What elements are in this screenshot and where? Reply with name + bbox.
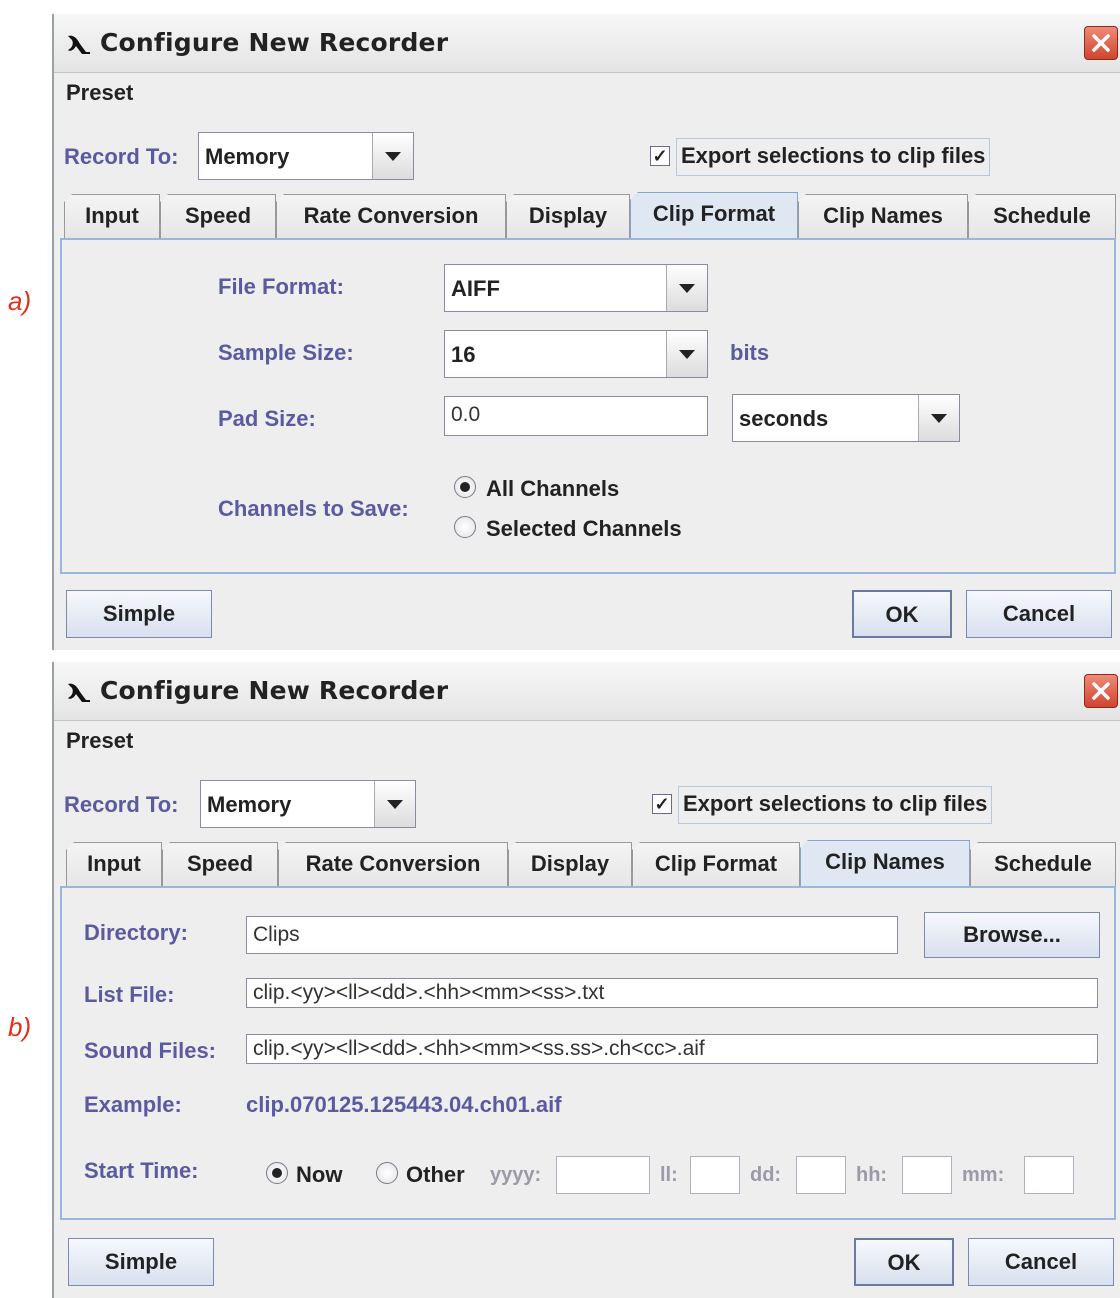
ok-button[interactable]: OK	[852, 590, 952, 638]
record-to-value: Memory	[207, 792, 292, 817]
tab-bar: Input Speed Rate Conversion Display Clip…	[64, 840, 1120, 886]
dialog-configure-recorder-b: Configure New Recorder Preset Record To:…	[52, 662, 1120, 1298]
list-file-label: List File:	[84, 982, 175, 1007]
all-channels-label: All Channels	[486, 476, 620, 501]
record-to-label: Record To:	[64, 144, 179, 169]
close-icon	[1092, 34, 1110, 52]
pad-size-input[interactable]: 0.0	[444, 396, 708, 436]
chevron-down-icon[interactable]	[374, 781, 415, 827]
panel-a-letter: a)	[8, 286, 32, 316]
clip-format-panel: File Format: AIFF Sample Size: 16 bits P…	[60, 238, 1116, 574]
preset-menu[interactable]: Preset	[66, 80, 133, 106]
tab-clip-names[interactable]: Clip Names	[798, 194, 968, 238]
day-input[interactable]	[796, 1156, 846, 1194]
sound-files-input[interactable]: clip.<yy><ll><dd>.<hh><mm><ss.ss>.ch<cc>…	[246, 1034, 1098, 1064]
radio-all-channels[interactable]	[454, 476, 476, 498]
directory-input[interactable]: Clips	[246, 916, 898, 954]
chevron-down-icon[interactable]	[372, 133, 413, 179]
recorder-bird-icon	[68, 683, 90, 702]
window-title: Configure New Recorder	[100, 28, 449, 57]
preset-menu[interactable]: Preset	[66, 728, 133, 754]
simple-button[interactable]: Simple	[66, 590, 212, 638]
start-time-label: Start Time:	[84, 1158, 199, 1183]
close-button[interactable]	[1084, 674, 1118, 708]
file-format-value: AIFF	[451, 276, 500, 301]
file-format-select[interactable]: AIFF	[444, 264, 708, 312]
recorder-bird-icon	[68, 35, 90, 54]
title-bar[interactable]: Configure New Recorder	[54, 14, 1120, 73]
chevron-down-icon[interactable]	[666, 331, 707, 377]
export-checkbox-row[interactable]: ✓ Export selections to clip files	[650, 138, 1060, 176]
ok-button[interactable]: OK	[854, 1238, 954, 1286]
export-label: Export selections to clip files	[678, 786, 993, 824]
panel-b-letter: b)	[8, 1012, 32, 1042]
mm-label: mm:	[962, 1164, 1005, 1186]
tab-input[interactable]: Input	[66, 842, 162, 886]
tab-display[interactable]: Display	[508, 842, 632, 886]
chevron-down-icon[interactable]	[666, 265, 707, 311]
chevron-down-icon[interactable]	[918, 395, 959, 441]
clip-names-panel: Directory: Clips Browse... List File: cl…	[60, 886, 1116, 1220]
tab-bar: Input Speed Rate Conversion Display Clip…	[64, 192, 1120, 238]
window-title: Configure New Recorder	[100, 676, 449, 705]
tab-rate-conversion[interactable]: Rate Conversion	[276, 194, 506, 238]
sample-size-unit: bits	[730, 340, 770, 365]
directory-label: Directory:	[84, 920, 188, 945]
tab-speed[interactable]: Speed	[162, 842, 278, 886]
dialog-configure-recorder-a: Configure New Recorder Preset Record To:…	[52, 14, 1120, 650]
record-to-value: Memory	[205, 144, 290, 169]
export-checkbox[interactable]: ✓	[652, 794, 672, 814]
dd-label: dd:	[750, 1164, 782, 1186]
close-button[interactable]	[1084, 26, 1118, 60]
ll-label: ll:	[660, 1164, 678, 1186]
tab-clip-format[interactable]: Clip Format	[630, 192, 798, 238]
radio-other[interactable]	[376, 1162, 398, 1184]
sound-files-label: Sound Files:	[84, 1038, 216, 1063]
tab-clip-names[interactable]: Clip Names	[800, 840, 970, 886]
year-input[interactable]	[556, 1156, 650, 1194]
tab-rate-conversion[interactable]: Rate Conversion	[278, 842, 508, 886]
export-checkbox[interactable]: ✓	[650, 146, 670, 166]
simple-button[interactable]: Simple	[68, 1238, 214, 1286]
month-input[interactable]	[690, 1156, 740, 1194]
sample-size-label: Sample Size:	[218, 340, 354, 365]
minute-input[interactable]	[1024, 1156, 1074, 1194]
pad-unit-select[interactable]: seconds	[732, 394, 960, 442]
now-label: Now	[296, 1162, 343, 1187]
record-to-select[interactable]: Memory	[198, 132, 414, 180]
hour-input[interactable]	[902, 1156, 952, 1194]
radio-selected-channels[interactable]	[454, 516, 476, 538]
tab-input[interactable]: Input	[64, 194, 160, 238]
tab-schedule[interactable]: Schedule	[970, 842, 1116, 886]
pad-unit-value: seconds	[739, 406, 829, 431]
file-format-label: File Format:	[218, 274, 344, 299]
close-icon	[1092, 682, 1110, 700]
export-label: Export selections to clip files	[676, 138, 991, 176]
tab-display[interactable]: Display	[506, 194, 630, 238]
radio-now[interactable]	[266, 1162, 288, 1184]
title-bar[interactable]: Configure New Recorder	[54, 662, 1120, 721]
hh-label: hh:	[856, 1164, 888, 1186]
yyyy-label: yyyy:	[490, 1164, 542, 1186]
sample-size-select[interactable]: 16	[444, 330, 708, 378]
other-label: Other	[406, 1162, 465, 1187]
tab-clip-format[interactable]: Clip Format	[632, 842, 800, 886]
record-to-select[interactable]: Memory	[200, 780, 416, 828]
selected-channels-label: Selected Channels	[486, 516, 682, 541]
list-file-input[interactable]: clip.<yy><ll><dd>.<hh><mm><ss>.txt	[246, 978, 1098, 1008]
tab-speed[interactable]: Speed	[160, 194, 276, 238]
browse-button[interactable]: Browse...	[924, 912, 1100, 958]
cancel-button[interactable]: Cancel	[968, 1238, 1114, 1286]
cancel-button[interactable]: Cancel	[966, 590, 1112, 638]
record-to-label: Record To:	[64, 792, 179, 817]
channels-label: Channels to Save:	[218, 496, 409, 521]
tab-schedule[interactable]: Schedule	[968, 194, 1116, 238]
export-checkbox-row[interactable]: ✓ Export selections to clip files	[652, 786, 1062, 824]
example-label: Example:	[84, 1092, 182, 1117]
sample-size-value: 16	[451, 342, 476, 367]
example-value: clip.070125.125443.04.ch01.aif	[246, 1092, 562, 1117]
pad-size-label: Pad Size:	[218, 406, 316, 431]
